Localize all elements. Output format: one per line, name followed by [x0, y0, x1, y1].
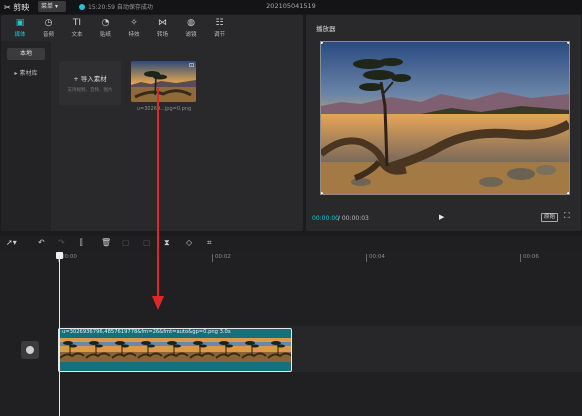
media-sidebar: 本地 ▸ 素材库 — [1, 41, 51, 231]
resize-handle[interactable] — [567, 192, 569, 194]
toolbar-tab[interactable]: ☷ 调节 — [207, 17, 233, 38]
filmstrip-frame — [163, 338, 189, 362]
undo-icon[interactable]: ↶ — [38, 237, 45, 249]
play-icon[interactable]: ▶ — [439, 213, 444, 221]
filmstrip-frame — [85, 338, 111, 362]
filmstrip-frame — [215, 338, 241, 362]
player-title: 播放器 — [316, 25, 336, 33]
timeline-toolbar: ➚▾ ↶ ↷ ⫿ 🗑 ▢ ▢ ⧗ ◇ ⌗ — [0, 236, 582, 250]
cover-button[interactable] — [21, 341, 39, 359]
time-ruler[interactable]: 00:00 00:02 00:04 00:06 — [58, 250, 582, 264]
resize-handle[interactable] — [567, 42, 569, 44]
toolbar-tab-icon: ◷ — [44, 18, 53, 28]
toolbar-tab[interactable]: ⋈ 转场 — [150, 17, 176, 38]
toolbar-tab-label: 滤镜 — [185, 32, 197, 38]
toolbar-tab-label: 调节 — [213, 32, 225, 38]
toolbar-tab[interactable]: ✧ 特效 — [121, 17, 147, 38]
aspect-ratio-button[interactable]: 原始 — [541, 213, 559, 222]
video-clip[interactable]: u=3026936796,4857619778&fm=26&fmt=auto&g… — [58, 328, 292, 372]
delete-icon[interactable]: 🗑 — [101, 237, 111, 249]
ruler-tick: 00:06 — [520, 254, 539, 262]
redo-icon: ↷ — [58, 238, 65, 247]
import-hint: 支持视频、音频、图片 — [67, 88, 113, 93]
sidebar-item-library[interactable]: ▸ 素材库 — [7, 68, 45, 80]
resize-handle[interactable] — [321, 192, 323, 194]
landscape-preview-image — [321, 42, 569, 194]
video-preview[interactable] — [320, 41, 570, 195]
playhead[interactable] — [59, 256, 60, 416]
filmstrip-frame — [189, 338, 215, 362]
freeze-icon: ▢ — [122, 238, 130, 247]
split-icon[interactable]: ⫿ — [80, 237, 83, 249]
toolbar-tab-label: 媒体 — [14, 32, 26, 38]
toolbar-tab-icon: ✧ — [130, 18, 138, 28]
toolbar-tab-label: 文本 — [71, 32, 83, 38]
timeline: 00:00 00:02 00:04 00:06 u=3026936796,485… — [0, 250, 582, 416]
toolbar-tab[interactable]: TI 文本 — [64, 17, 90, 38]
toolbar-tab[interactable]: ◔ 贴纸 — [93, 17, 119, 38]
player-panel: 播放器 00:00:00 / 00:00:03 ▶ 原始 ⛶ — [306, 15, 581, 231]
rotate-icon[interactable]: ◇ — [186, 237, 192, 249]
toolbar-tab[interactable]: ◍ 滤镜 — [178, 17, 204, 38]
preview-icon[interactable]: ⊡ — [189, 62, 194, 69]
title-bar: ✂ 剪映 菜单 ▾ 15:20:59 自动保存成功 202105041519 — [0, 0, 582, 14]
toolbar-tab-label: 音频 — [42, 32, 54, 38]
media-toolbar: ▣ 媒体 ◷ 音频 TI 文本 ◔ 贴纸 ✧ 特效 ⋈ 转场 ◍ 滤镜 ☷ 调节 — [1, 15, 303, 41]
cover-icon — [26, 346, 34, 354]
toolbar-tab-icon: ◔ — [101, 18, 110, 28]
clip-filmstrip — [59, 338, 291, 362]
toolbar-tab-label: 特效 — [128, 32, 140, 38]
toolbar-tab-label: 转场 — [156, 32, 168, 38]
filmstrip-frame — [111, 338, 137, 362]
filmstrip-frame — [241, 338, 267, 362]
toolbar-tab-label: 贴纸 — [99, 32, 111, 38]
filmstrip-frame — [59, 338, 85, 362]
total-time: / 00:00:03 — [338, 215, 369, 222]
toolbar-tab[interactable]: ▣ 媒体 — [7, 17, 33, 38]
ruler-tick: 00:04 — [366, 254, 385, 262]
sidebar-item-local[interactable]: 本地 — [7, 48, 45, 60]
crop-icon[interactable]: ⌗ — [207, 237, 212, 249]
import-media-button[interactable]: + 导入素材 支持视频、音频、图片 — [59, 61, 121, 105]
select-cursor-icon[interactable]: ➚▾ — [6, 237, 17, 249]
toolbar-tab-icon: ⋈ — [158, 18, 167, 28]
toolbar-tab-icon: ▣ — [15, 18, 25, 28]
toolbar-tab-icon: ☷ — [215, 18, 224, 28]
fullscreen-icon[interactable]: ⛶ — [564, 211, 570, 221]
import-label: + 导入素材 — [73, 75, 107, 83]
toolbar-tab-icon: TI — [72, 18, 82, 28]
filmstrip-frame — [137, 338, 163, 362]
clip-label: u=3026936796,4857619778&fm=26&fmt=auto&g… — [62, 329, 231, 335]
drag-arrow-annotation — [152, 88, 164, 310]
current-time: 00:00:00 — [312, 215, 339, 222]
ruler-tick: 00:02 — [212, 254, 231, 262]
toolbar-tab-icon: ◍ — [187, 18, 195, 28]
toolbar-tab[interactable]: ◷ 音频 — [36, 17, 62, 38]
project-title: 202105041519 — [266, 2, 316, 10]
filmstrip-frame — [267, 338, 291, 362]
